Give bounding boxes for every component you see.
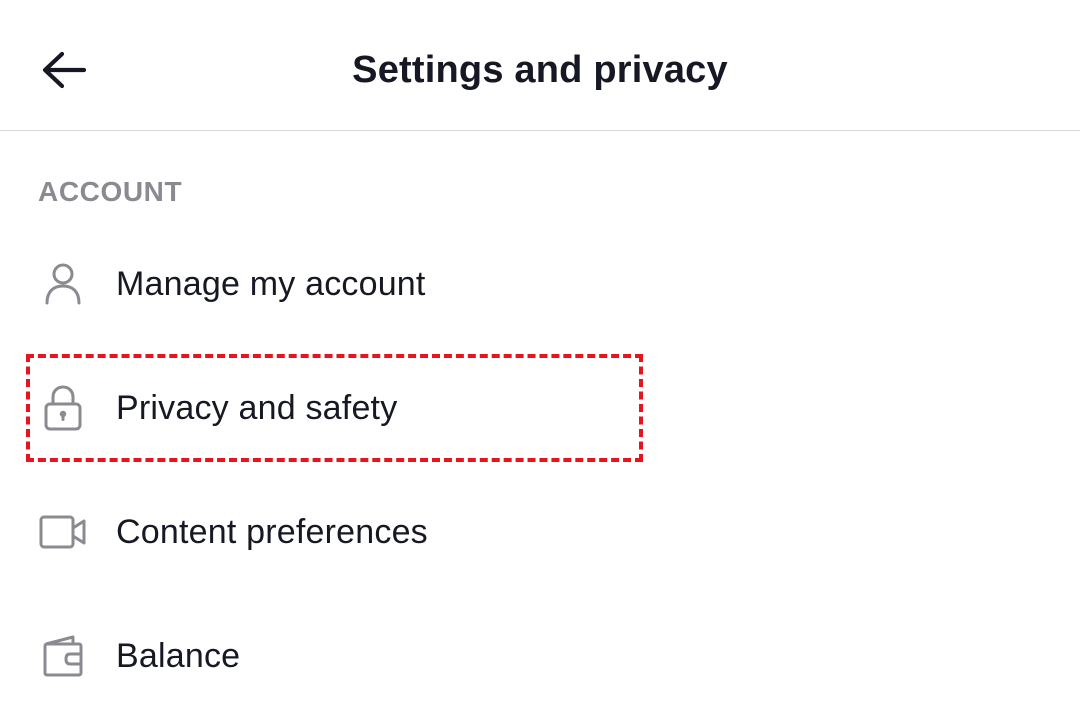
section-label-account: ACCOUNT xyxy=(38,176,183,207)
settings-screen: Settings and privacy ACCOUNT Manage my a… xyxy=(0,0,1080,720)
person-icon xyxy=(38,259,88,309)
page-title: Settings and privacy xyxy=(352,49,728,91)
menu-item-content-preferences[interactable]: Content preferences xyxy=(0,476,1080,588)
menu-item-privacy-and-safety[interactable]: Privacy and safety xyxy=(0,352,1080,464)
arrow-left-icon xyxy=(40,50,88,90)
video-camera-icon xyxy=(38,507,88,557)
menu-item-label: Content preferences xyxy=(116,513,428,551)
menu-item-label: Balance xyxy=(116,637,241,675)
back-button[interactable] xyxy=(26,34,102,106)
top-bar: Settings and privacy xyxy=(0,0,1080,131)
menu-item-balance[interactable]: Balance xyxy=(0,600,1080,712)
lock-icon xyxy=(38,383,88,433)
menu-item-label: Privacy and safety xyxy=(116,389,398,427)
menu-item-manage-my-account[interactable]: Manage my account xyxy=(0,228,1080,340)
wallet-icon xyxy=(38,631,88,681)
menu-item-label: Manage my account xyxy=(116,265,426,303)
